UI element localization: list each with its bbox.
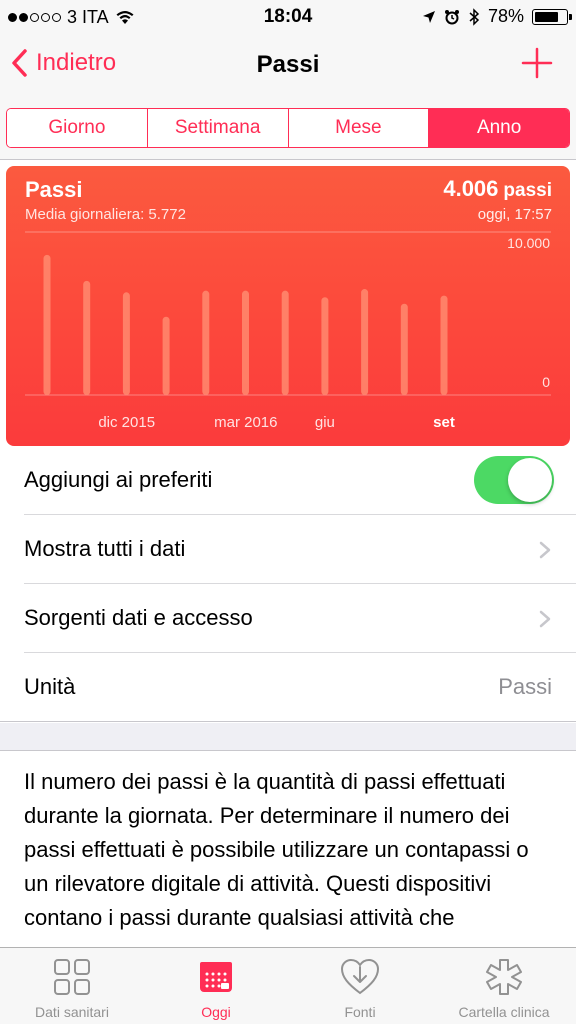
segment-bar: Giorno Settimana Mese Anno [0, 98, 576, 160]
last-update-time: oggi, 17:57 [477, 206, 552, 223]
daily-average-label: Media giornaliera: 5.772 [25, 206, 186, 223]
alarm-icon [444, 9, 459, 24]
y-tick-label-min: 0 [542, 374, 550, 390]
chart-bar [242, 290, 249, 395]
chart-bar [162, 316, 170, 395]
chart-bar [400, 303, 408, 395]
battery-icon [532, 8, 572, 25]
steps-number: 4.006 [443, 176, 499, 201]
data-sources-label: Sorgenti dati e accesso [24, 605, 253, 630]
tab-fonti[interactable]: Fonti [288, 948, 432, 1024]
battery-percent: 78% [487, 6, 524, 26]
navigation-bar: Indietro Passi [0, 34, 576, 98]
chart-bar [43, 254, 51, 395]
tab-bar: Dati sanitari Oggi Fonti Cartella clinic… [0, 947, 576, 1024]
chart-bar [321, 297, 329, 395]
page-title: Passi [256, 51, 320, 78]
data-sources-row[interactable]: Sorgenti dati e accesso [24, 584, 576, 653]
add-data-button[interactable] [520, 46, 554, 80]
tab-label: Dati sanitari [35, 1004, 109, 1020]
tab-label: Cartella clinica [458, 1004, 550, 1020]
description-text: Il numero dei passi è la quantità di pas… [24, 769, 529, 930]
heart-download-icon [340, 958, 380, 995]
steps-unit: passi [503, 180, 552, 201]
status-bar: 3 ITA 18:04 78% [0, 0, 576, 34]
unit-row[interactable]: Unità Passi [0, 653, 576, 722]
favorites-label: Aggiungi ai preferiti [24, 467, 213, 492]
tab-cartella-clinica[interactable]: Cartella clinica [432, 948, 576, 1024]
steps-description: Il numero dei passi è la quantità di pas… [0, 752, 576, 947]
tab-dati-sanitari[interactable]: Dati sanitari [0, 948, 144, 1024]
calendar-icon [200, 962, 232, 992]
section-separator [0, 723, 576, 751]
tab-label: Fonti [344, 1004, 376, 1020]
x-tick-label: giu [315, 414, 335, 431]
favorites-toggle[interactable] [474, 456, 554, 504]
battery-fill [535, 11, 559, 22]
y-tick-label-max: 10.000 [507, 235, 550, 251]
show-all-data-row[interactable]: Mostra tutti i dati [24, 515, 576, 584]
chart-bar [83, 280, 91, 395]
chart-bar [440, 295, 448, 395]
plus-icon [521, 47, 553, 79]
segment-giorno[interactable]: Giorno [7, 109, 148, 147]
chart-bar [202, 290, 210, 395]
chevron-right-icon [539, 541, 551, 559]
status-right: 78% [422, 6, 572, 27]
current-steps-value: 4.006 passi [443, 176, 552, 202]
segment-settimana[interactable]: Settimana [147, 109, 289, 147]
tab-oggi[interactable]: Oggi [144, 948, 288, 1024]
unit-value: Passi [498, 674, 552, 699]
health-steps-screen: 3 ITA 18:04 78% Indietro Passi Giorno Se… [0, 0, 576, 1024]
settings-list: Aggiungi ai preferiti Mostra tutti i dat… [0, 446, 576, 722]
segment-mese[interactable]: Mese [288, 109, 430, 147]
chevron-right-icon [539, 610, 551, 628]
bluetooth-icon [469, 7, 480, 26]
unit-label: Unità [24, 674, 76, 699]
location-arrow-icon [422, 10, 435, 23]
x-tick-label: mar 2016 [214, 414, 277, 431]
chart-bar [122, 292, 130, 395]
show-all-data-label: Mostra tutti i dati [24, 536, 186, 561]
tab-label: Oggi [201, 1004, 231, 1020]
medical-star-icon [486, 959, 522, 995]
favorites-row: Aggiungi ai preferiti [24, 446, 576, 515]
x-tick-label: dic 2015 [98, 414, 155, 431]
chart-bar [281, 290, 289, 395]
chart-bar [361, 289, 369, 395]
grid-icon [54, 959, 90, 995]
x-tick-label: set [433, 414, 455, 431]
steps-chart-card[interactable]: 10.000 0 dic 2015 mar 2016 giu set Passi Medi… [6, 166, 570, 446]
toggle-knob [508, 458, 552, 502]
time-range-segmented-control: Giorno Settimana Mese Anno [6, 108, 570, 148]
segment-anno[interactable]: Anno [429, 109, 569, 147]
chart-title: Passi [25, 177, 83, 202]
